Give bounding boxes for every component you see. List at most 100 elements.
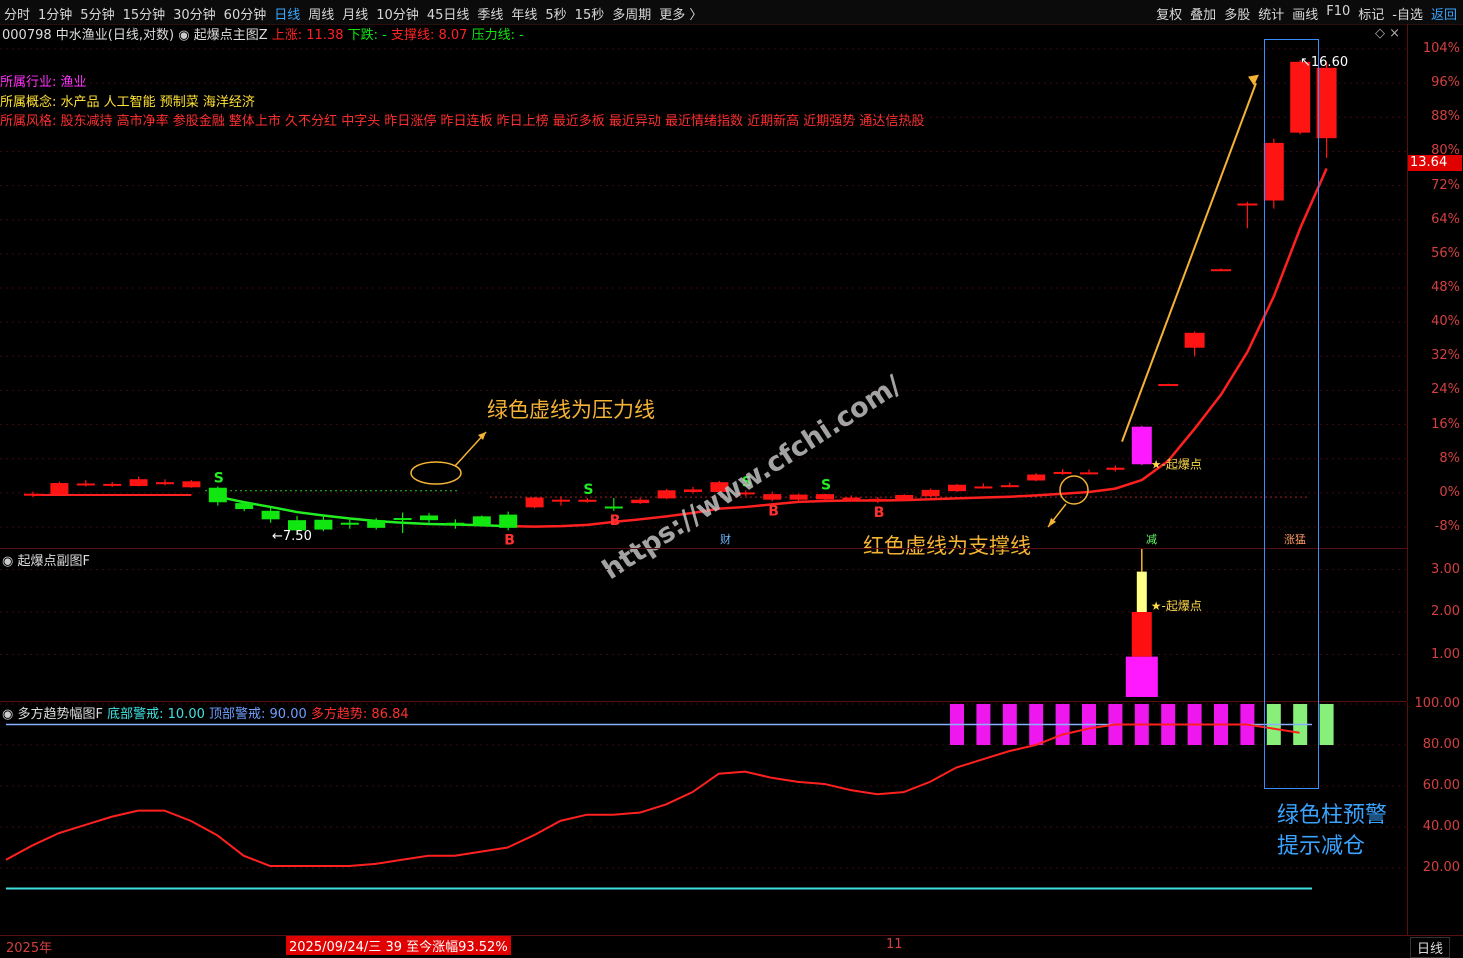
period-tab-12[interactable]: 年线 — [511, 4, 537, 23]
candle-44[interactable] — [1184, 332, 1205, 348]
candle-36[interactable] — [974, 486, 993, 489]
candle-32[interactable] — [868, 498, 887, 501]
candle-18[interactable] — [499, 514, 518, 528]
current-price-tag: 13.64 — [1408, 155, 1462, 171]
period-tab-15[interactable]: 多周期 — [612, 4, 651, 23]
candle-22[interactable] — [604, 506, 623, 509]
toolbar-action-1[interactable]: 叠加 — [1190, 4, 1216, 23]
sub-signal-bar-0 — [1125, 656, 1158, 697]
toolbar-action-2[interactable]: 多股 — [1224, 4, 1250, 23]
osc-axis-tick-3: 40.00 — [1422, 819, 1460, 834]
osc-axis-tick-1: 80.00 — [1422, 737, 1460, 752]
period-tab-16[interactable]: 更多 〉 — [659, 4, 702, 23]
main-axis-tick-7: 48% — [1431, 280, 1460, 295]
candle-41[interactable] — [1106, 467, 1125, 470]
period-tab-11[interactable]: 季线 — [477, 4, 503, 23]
signal-marker-7: B — [874, 505, 885, 521]
candle-11[interactable] — [314, 519, 333, 530]
candle-23[interactable] — [631, 499, 650, 504]
period-tab-13[interactable]: 5秒 — [545, 4, 566, 23]
candle-3[interactable] — [103, 483, 122, 486]
candle-35[interactable] — [948, 484, 966, 492]
period-tab-6[interactable]: 日线 — [274, 4, 300, 23]
candle-1[interactable] — [50, 483, 69, 495]
candle-49[interactable] — [1316, 67, 1337, 139]
candle-2[interactable] — [76, 483, 95, 486]
period-tab-10[interactable]: 45日线 — [427, 4, 470, 23]
period-tab-9[interactable]: 10分钟 — [376, 4, 419, 23]
month-label: 11 — [886, 937, 903, 952]
pressure-ma-line — [217, 495, 509, 528]
period-tab-3[interactable]: 15分钟 — [123, 4, 166, 23]
green-bar-note: 绿色柱预警 提示减仓 — [1277, 800, 1387, 862]
period-toolbar: 分时 1分钟 5分钟 15分钟 30分钟 60分钟 日线 周线 月线 10分钟 45日线 季线 年线 5秒… — [0, 0, 1463, 25]
osc-axis: 100.00 80.00 60.00 40.00 20.00 — [1407, 696, 1463, 935]
period-tab-1[interactable]: 1分钟 — [38, 4, 72, 23]
osc-axis-tick-2: 60.00 — [1422, 778, 1460, 793]
candle-13[interactable] — [367, 520, 386, 528]
candle-38[interactable] — [1027, 474, 1046, 481]
candle-40[interactable] — [1080, 472, 1098, 475]
candle-25[interactable] — [684, 489, 702, 493]
signal-marker-5: B — [768, 503, 779, 519]
candle-34[interactable] — [921, 489, 940, 497]
osc-bar-14 — [1319, 704, 1334, 745]
candle-42[interactable] — [1131, 426, 1152, 465]
toolbar-action-6[interactable]: 标记 — [1358, 4, 1384, 23]
toolbar-action-3[interactable]: 统计 — [1258, 4, 1284, 23]
candle-45[interactable] — [1211, 269, 1231, 272]
tag-jian: 减 — [1146, 533, 1157, 546]
candle-31[interactable] — [842, 497, 861, 500]
period-tab-4[interactable]: 30分钟 — [173, 4, 216, 23]
candle-29[interactable] — [789, 494, 808, 500]
candle-33[interactable] — [895, 494, 914, 500]
toolbar-action-4[interactable]: 画线 — [1292, 4, 1318, 23]
candle-46[interactable] — [1237, 203, 1258, 206]
period-tabs: 分时 1分钟 5分钟 15分钟 30分钟 60分钟 日线 周线 月线 10分钟 45日线 季线 年线 5秒… — [4, 4, 710, 23]
period-tab-5[interactable]: 60分钟 — [224, 4, 267, 23]
candle-9[interactable] — [261, 510, 280, 520]
candle-7[interactable] — [208, 487, 227, 503]
toolbar-action-5[interactable]: F10 — [1326, 4, 1350, 23]
green-bar-note-line2: 提示减仓 — [1277, 834, 1366, 859]
sub-indicator-chart[interactable]: ★-起爆点 — [0, 549, 1407, 701]
period-tab-7[interactable]: 周线 — [308, 4, 334, 23]
toolbar-action-7[interactable]: -自选 — [1392, 4, 1423, 23]
candle-5[interactable] — [156, 482, 174, 485]
period-tab-0[interactable]: 分时 — [4, 4, 30, 23]
main-axis-tick-4: 72% — [1431, 177, 1460, 193]
trend-oscillator-chart[interactable] — [0, 702, 1407, 935]
period-tab-8[interactable]: 月线 — [342, 4, 368, 23]
candle-37[interactable] — [1000, 485, 1019, 488]
signal-marker-2: S — [583, 482, 593, 498]
candle-16[interactable] — [446, 522, 465, 525]
sub-signal-bar-2 — [1136, 571, 1147, 612]
candle-19[interactable] — [525, 497, 544, 508]
candle-0[interactable] — [24, 493, 42, 496]
pressure-line-note: 绿色虚线为压力线 — [487, 398, 655, 422]
main-axis-tick-10: 24% — [1431, 382, 1460, 398]
toolbar-action-0[interactable]: 复权 — [1156, 4, 1182, 23]
candle-20[interactable] — [552, 499, 570, 502]
candle-24[interactable] — [657, 490, 676, 499]
candle-6[interactable] — [182, 481, 201, 488]
candle-15[interactable] — [420, 515, 438, 521]
candle-39[interactable] — [1053, 471, 1072, 474]
osc-axis-tick-4: 20.00 — [1422, 860, 1460, 875]
low-price-label: ←7.50 — [272, 529, 312, 544]
toolbar-action-8[interactable]: 返回 — [1431, 4, 1457, 23]
period-tab-2[interactable]: 5分钟 — [80, 4, 114, 23]
period-tab-14[interactable]: 15秒 — [575, 4, 605, 23]
candle-12[interactable] — [340, 522, 359, 525]
candle-43[interactable] — [1158, 384, 1179, 387]
candle-14[interactable] — [393, 518, 412, 521]
main-candlestick-chart[interactable]: SBSBSBSB↖16.60←7.50 财减涨猛★-起爆点 — [0, 24, 1463, 549]
trend-line — [5, 723, 1300, 867]
candle-30[interactable] — [816, 494, 834, 500]
candle-4[interactable] — [129, 479, 148, 487]
trend-arrow-head — [1248, 74, 1259, 86]
candle-21[interactable] — [578, 499, 597, 502]
candle-28[interactable] — [763, 494, 782, 500]
candle-8[interactable] — [235, 503, 254, 510]
candle-17[interactable] — [472, 516, 491, 526]
